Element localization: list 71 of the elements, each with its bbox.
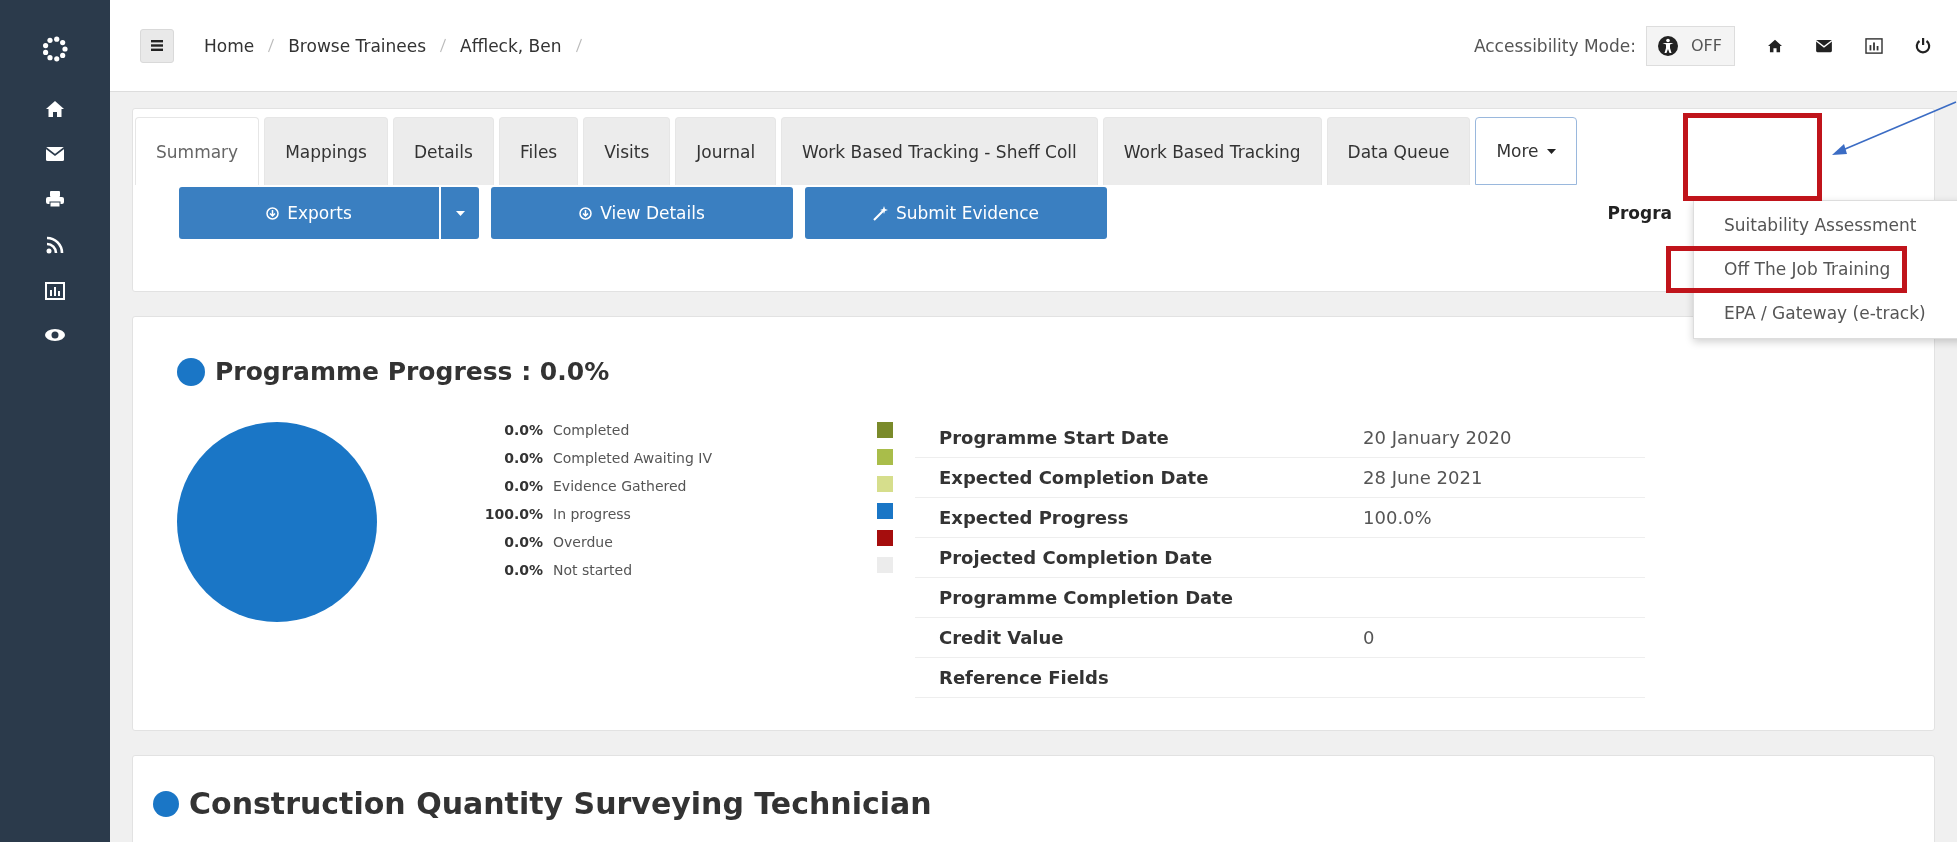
legend-label: Overdue [553,533,613,552]
legend-label: Completed Awaiting IV [553,449,713,468]
detail-label: Expected Progress [915,497,1340,538]
breadcrumb-link[interactable]: Affleck, Ben [460,35,562,56]
tab[interactable]: Mappings [264,117,388,185]
menu-item[interactable]: Off The Job Training [1666,246,1908,293]
slash-icon [268,38,275,53]
exports-button[interactable]: Exports [179,187,439,239]
legend-label: Completed [553,421,630,440]
envelope-icon[interactable] [1815,38,1833,53]
detail-label: Programme Completion Date [915,577,1340,618]
printer-icon[interactable] [45,190,65,208]
tab[interactable]: Work Based Tracking - Sheff Coll [781,117,1098,185]
dropdown-toggle[interactable] [441,187,479,239]
legend-label: Not started [553,561,633,580]
wand-icon [872,205,888,221]
detail-value: 0 [1339,617,1646,658]
more-tab[interactable]: More [1475,117,1577,185]
home-icon[interactable] [45,100,65,118]
download-icon [579,206,593,220]
envelope-icon[interactable] [45,146,65,162]
menu-item[interactable]: EPA / Gateway (e-track) [1694,295,1957,332]
tab[interactable]: Visits [583,117,671,185]
eye-icon[interactable] [44,328,66,342]
legend-label: In progress [553,505,631,524]
legend-value: 0.0% [503,561,543,580]
download-icon [266,206,280,220]
breadcrumb-link[interactable]: Browse Trainees [288,35,427,56]
breadcrumb-link[interactable]: Home [204,35,255,56]
detail-value: 28 June 2021 [1339,457,1646,498]
detail-label: Expected Completion Date [915,457,1340,498]
detail-label: Reference Fields [915,657,1340,698]
legend-value: 0.0% [503,421,543,440]
power-icon[interactable] [1915,37,1931,54]
legend-value: 0.0% [503,533,543,552]
tab[interactable]: Journal [675,117,777,185]
tab[interactable]: Files [498,117,579,185]
slash-icon [575,38,582,53]
home-icon[interactable] [1767,38,1783,53]
legend-value: 0.0% [503,477,543,496]
caret-icon [1546,148,1556,154]
status-dot-icon [177,357,205,386]
accessibility-label: Accessibility Mode: [1473,35,1636,56]
section-heading: Programme Progress : 0.0% [215,357,610,386]
submit-evidence-button[interactable]: Submit Evidence [805,187,1107,239]
programme-label: Progra [1607,203,1672,223]
rss-icon[interactable] [46,236,64,254]
legend-value: 100.0% [483,505,543,524]
slash-icon [440,38,447,53]
legend-value: 0.0% [503,449,543,468]
menu-item[interactable]: Suitability Assessment [1694,207,1957,244]
tab[interactable]: Details [392,117,494,185]
tab[interactable]: Data Queue [1326,117,1471,185]
accessibility-icon [1657,34,1679,57]
detail-label: Programme Start Date [915,418,1340,458]
view-details-button[interactable]: View Details [491,187,793,239]
menu-icon [151,40,163,51]
accessibility-toggle[interactable]: OFF [1646,25,1735,66]
menu-button[interactable] [140,28,174,63]
detail-label: Projected Completion Date [915,537,1340,578]
logo-icon[interactable] [42,36,68,62]
tab[interactable]: Summary [135,117,260,185]
caret-icon [455,210,465,216]
tab[interactable]: Work Based Tracking [1102,117,1322,185]
detail-value: 20 January 2020 [1339,418,1646,458]
status-dot-icon [153,790,179,817]
legend-label: Evidence Gathered [553,477,687,496]
detail-label: Credit Value [915,617,1340,658]
detail-value: 100.0% [1339,497,1646,538]
section-heading: Construction Quantity Surveying Technician [189,786,932,821]
chart-icon[interactable] [1865,37,1883,54]
